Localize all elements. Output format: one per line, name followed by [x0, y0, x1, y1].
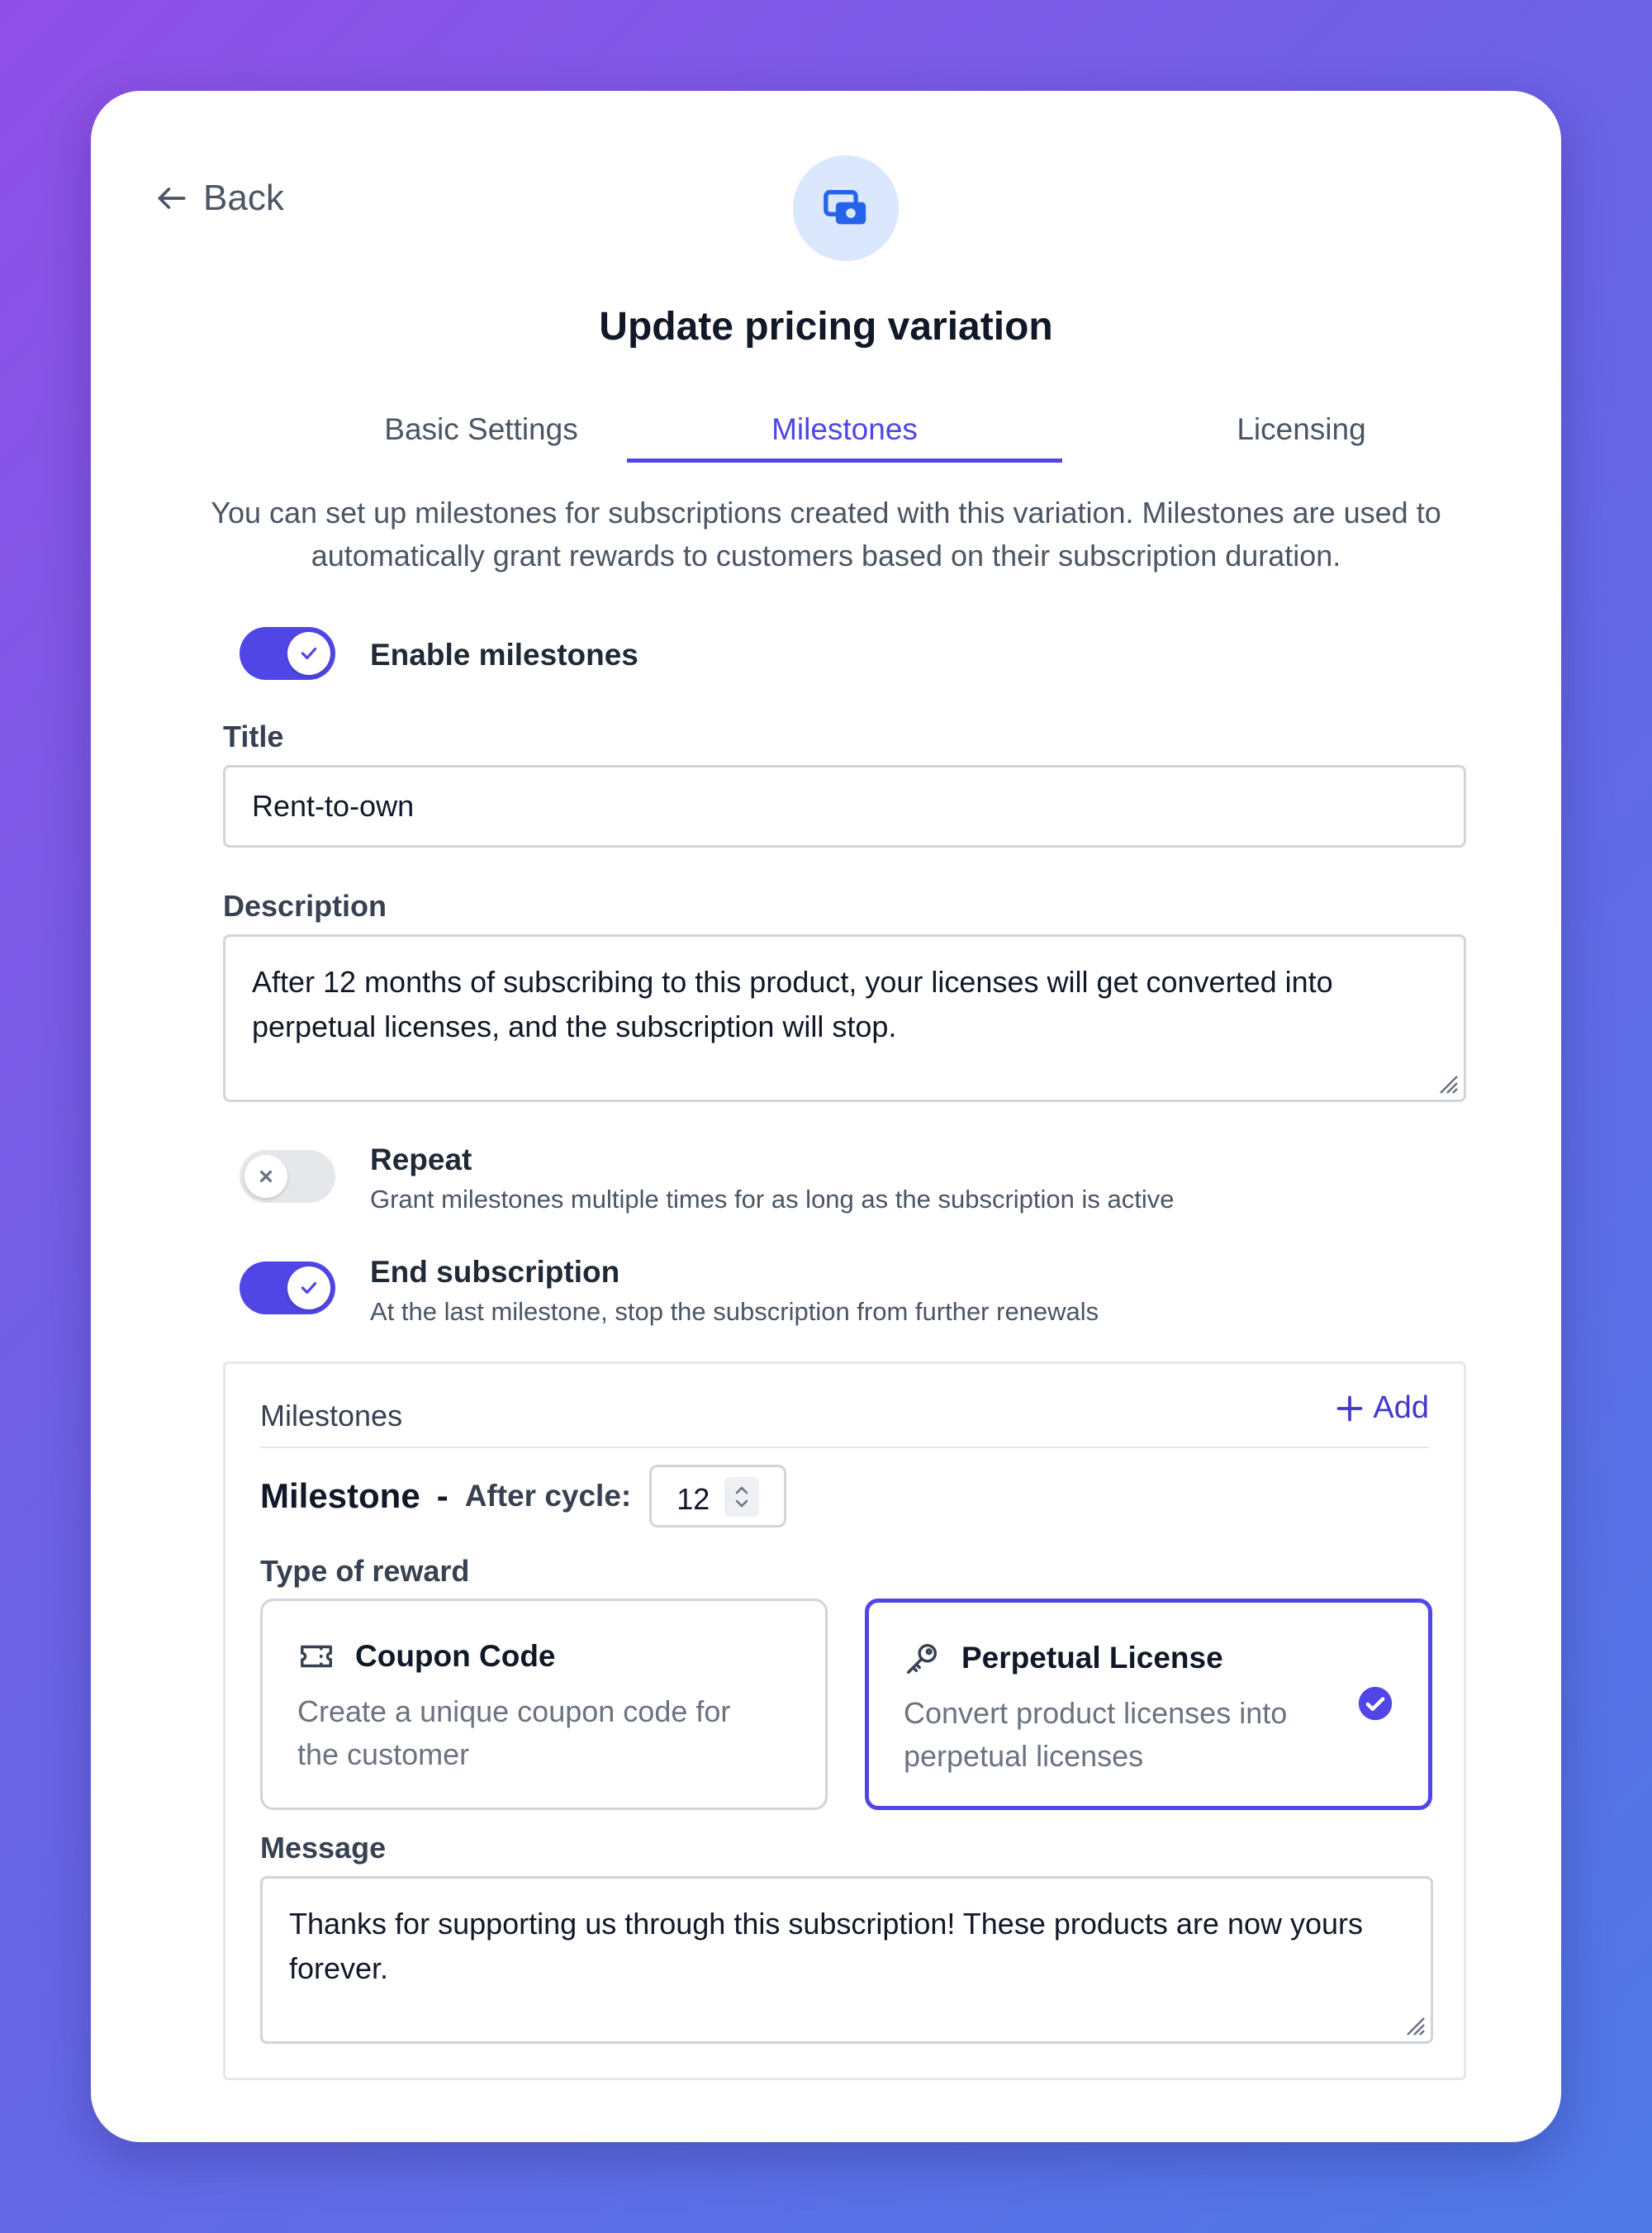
selected-check-icon — [1358, 1686, 1393, 1721]
ticket-icon — [301, 1645, 332, 1668]
after-cycle-label: After cycle: — [464, 1479, 632, 1513]
description-field-label: Description — [223, 889, 387, 923]
after-cycle-value: 12 — [676, 1482, 710, 1516]
toggle-knob — [287, 1266, 330, 1309]
resize-handle-icon[interactable] — [1401, 2012, 1426, 2036]
message-label: Message — [260, 1831, 387, 1865]
page-title: Update pricing variation — [599, 305, 1053, 349]
repeat-label: Repeat — [370, 1143, 472, 1176]
option-header: Perpetual License — [904, 1639, 1223, 1677]
end-subscription-label: End subscription — [370, 1255, 620, 1289]
chevron-up-down-icon — [735, 1486, 748, 1508]
title-field-label: Title — [223, 720, 284, 753]
end-subscription-toggle[interactable] — [240, 1261, 335, 1314]
enable-milestones-label: Enable milestones — [370, 638, 638, 672]
message-textarea[interactable]: Thanks for supporting us through this su… — [260, 1876, 1433, 2044]
toggle-knob — [287, 632, 330, 675]
arrow-left-icon — [158, 188, 186, 209]
option-title: Perpetual License — [961, 1641, 1223, 1675]
divider — [260, 1447, 1429, 1448]
milestone-separator: - — [436, 1476, 449, 1515]
option-description: Create a unique coupon code for the cust… — [297, 1694, 731, 1771]
check-icon — [301, 647, 317, 660]
back-label: Back — [203, 178, 284, 218]
milestone-header: Milestone - After cycle: 12 — [260, 1463, 787, 1529]
repeat-toggle[interactable] — [240, 1150, 335, 1203]
option-title: Coupon Code — [355, 1639, 556, 1673]
after-cycle-stepper[interactable]: 12 — [649, 1465, 787, 1527]
add-label: Add — [1373, 1390, 1429, 1425]
tab-licensing[interactable]: Licensing — [1084, 397, 1519, 463]
add-milestone-button[interactable]: Add — [1335, 1390, 1429, 1426]
enable-milestones-toggle[interactable] — [240, 627, 335, 680]
active-tab-indicator — [627, 458, 1062, 463]
repeat-description: Grant milestones multiple times for as l… — [370, 1185, 1175, 1214]
x-icon — [259, 1170, 273, 1183]
plus-icon — [1337, 1395, 1363, 1421]
milestones-panel: Milestones Add Milestone - After cycle: … — [223, 1361, 1466, 2080]
resize-handle-icon[interactable] — [1434, 1070, 1459, 1095]
message-text: Thanks for supporting us through this su… — [289, 1907, 1364, 1985]
pricing-icon-badge — [793, 155, 899, 261]
title-input[interactable]: Rent-to-own — [223, 765, 1466, 848]
end-subscription-description: At the last milestone, stop the subscrip… — [370, 1297, 1099, 1326]
reward-type-label: Type of reward — [260, 1554, 470, 1588]
dialog-card: Back Update pricing variation Basic Sett… — [91, 91, 1561, 2142]
tab-milestones[interactable]: Milestones — [627, 397, 1062, 463]
key-icon — [907, 1643, 938, 1674]
description-textarea[interactable]: After 12 months of subscribing to this p… — [223, 934, 1466, 1102]
milestones-heading: Milestones — [260, 1399, 403, 1432]
option-header: Coupon Code — [297, 1637, 556, 1675]
money-icon — [824, 190, 866, 225]
milestones-intro-text: You can set up milestones for subscripti… — [211, 496, 1441, 573]
description-text: After 12 months of subscribing to this p… — [252, 965, 1333, 1043]
check-icon — [301, 1281, 317, 1295]
milestone-title: Milestone — [260, 1476, 420, 1515]
tab-bar: Basic Settings Milestones Licensing — [91, 397, 1561, 463]
reward-option-perpetual-license[interactable]: Perpetual License Convert product licens… — [865, 1599, 1432, 1810]
back-button[interactable]: Back — [154, 178, 284, 219]
reward-option-coupon-code[interactable]: Coupon Code Create a unique coupon code … — [260, 1599, 828, 1810]
stepper-arrows[interactable] — [724, 1477, 760, 1517]
option-description: Convert product licenses into perpetual … — [904, 1696, 1288, 1773]
toggle-knob — [244, 1155, 287, 1198]
